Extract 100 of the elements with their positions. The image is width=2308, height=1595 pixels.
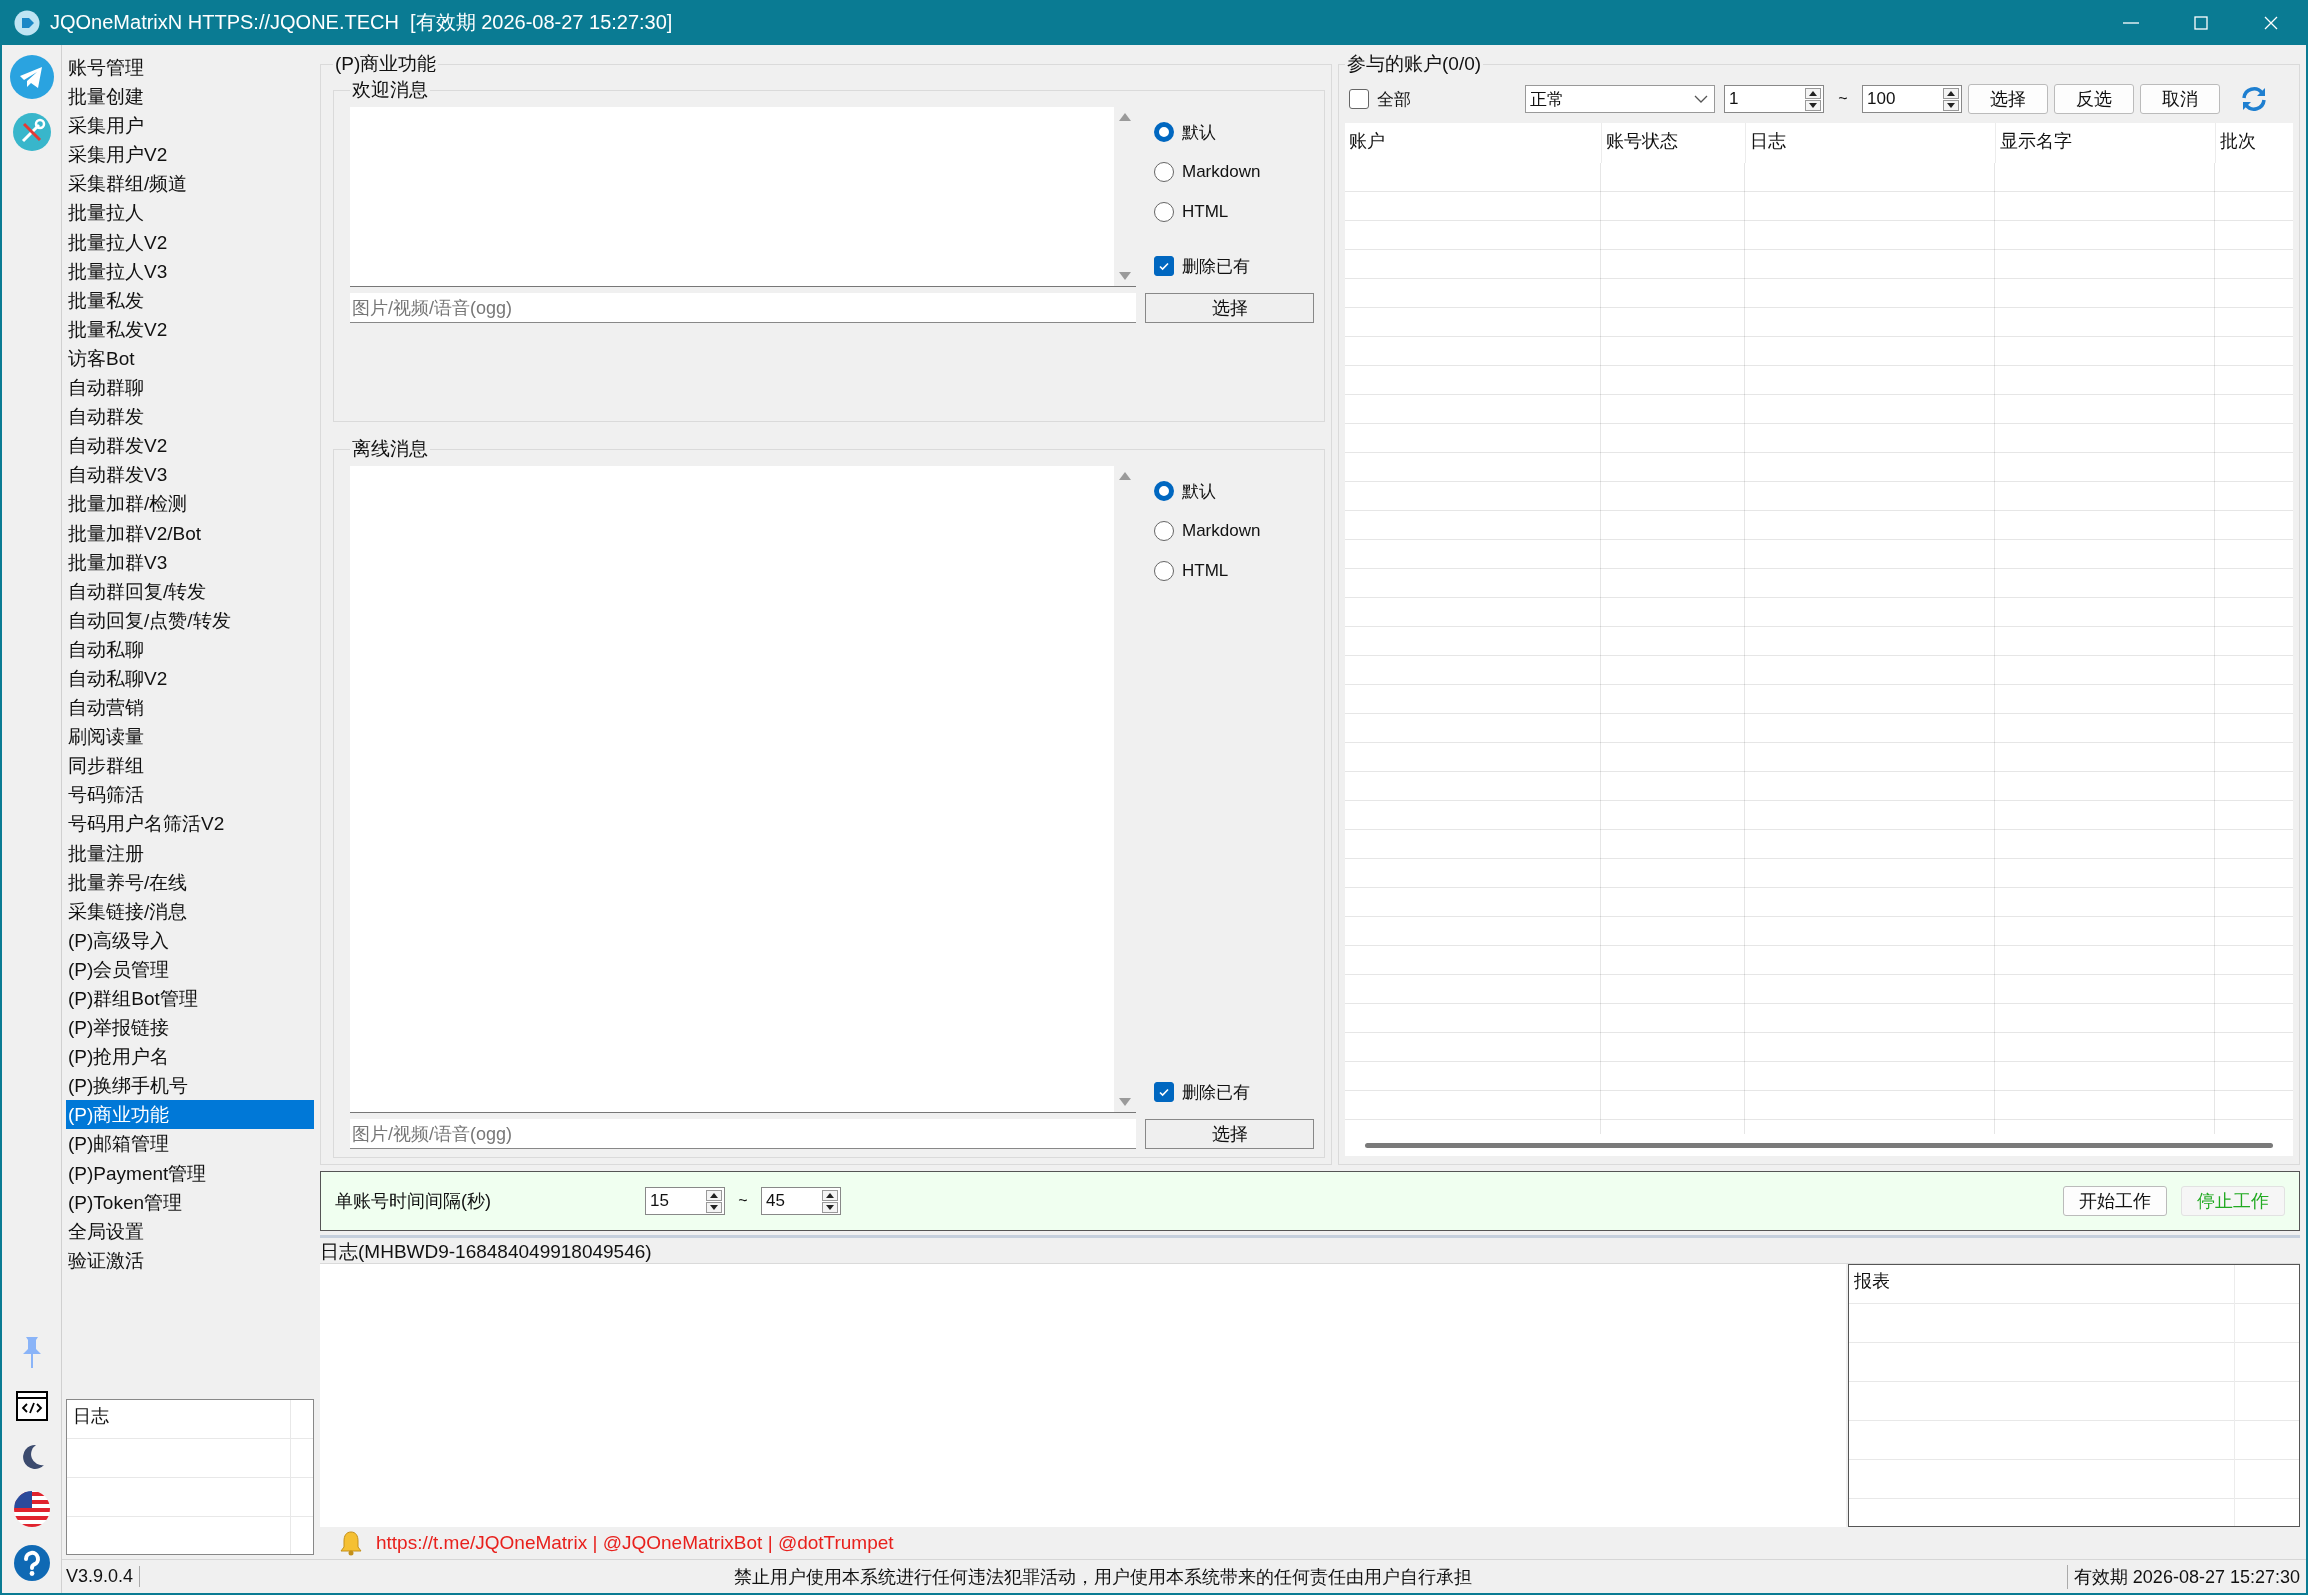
sidebar-item[interactable]: 自动群聊 <box>66 373 314 403</box>
checkbox[interactable] <box>1154 1082 1174 1102</box>
sidebar-item[interactable]: 批量私发 <box>66 285 314 315</box>
radio-button[interactable] <box>1154 521 1174 541</box>
scroll-up-icon[interactable] <box>1119 472 1131 480</box>
sidebar-item[interactable]: 批量拉人V3 <box>66 256 314 286</box>
checkbox-label[interactable]: 删除已有 <box>1182 1080 1250 1104</box>
scrollbar[interactable] <box>1365 1142 2273 1148</box>
paper-plane-icon[interactable] <box>9 55 54 99</box>
radio-label[interactable]: Markdown <box>1182 162 1261 182</box>
sidebar-item[interactable]: (P)高级导入 <box>66 925 314 955</box>
sidebar-item[interactable]: 号码筛活 <box>66 780 314 810</box>
sidebar-item[interactable]: (P)商业功能 <box>66 1100 314 1130</box>
radio-button[interactable] <box>1154 561 1174 581</box>
us-flag-icon[interactable] <box>13 1491 50 1527</box>
tools-icon[interactable] <box>12 113 51 151</box>
checkbox[interactable] <box>1154 256 1174 276</box>
sidebar-item[interactable]: 采集用户V2 <box>66 140 314 170</box>
column-header[interactable]: 账户 <box>1345 123 1601 163</box>
sidebar-item[interactable]: (P)会员管理 <box>66 954 314 984</box>
contact-links[interactable]: https://t.me/JQOneMatrix | @JQOneMatrixBot | @dotTrumpet <box>376 1532 894 1554</box>
radio-button[interactable] <box>1154 162 1174 182</box>
sidebar-item[interactable]: 自动私聊 <box>66 634 314 664</box>
sidebar-item[interactable]: 号码用户名筛活V2 <box>66 809 314 839</box>
sidebar-item[interactable]: 自动私聊V2 <box>66 663 314 694</box>
sidebar-item[interactable]: (P)换绑手机号 <box>66 1071 314 1101</box>
media-field[interactable]: 图片/视频/语音(ogg) <box>350 1119 1136 1149</box>
radio-label[interactable]: Markdown <box>1182 521 1261 541</box>
radio-button[interactable] <box>1154 481 1174 501</box>
column-header[interactable]: 批次 <box>2215 123 2293 163</box>
spin-down-icon[interactable] <box>822 1201 838 1213</box>
radio-button[interactable] <box>1154 122 1174 142</box>
radio-label[interactable]: HTML <box>1182 202 1229 222</box>
sidebar-item[interactable]: 验证激活 <box>66 1245 314 1275</box>
spin-box[interactable]: 100 <box>1862 85 1962 113</box>
sidebar-item[interactable]: 全局设置 <box>66 1216 314 1246</box>
scroll-down-icon[interactable] <box>1119 1098 1131 1106</box>
sidebar-item[interactable]: 批量加群V3 <box>66 547 314 577</box>
checkbox-label[interactable]: 删除已有 <box>1182 254 1250 278</box>
app-logo-icon <box>14 9 40 36</box>
spin-box[interactable]: 45 <box>761 1187 841 1215</box>
sidebar-item[interactable]: 批量加群/检测 <box>66 489 314 519</box>
code-window-icon[interactable] <box>15 1391 48 1421</box>
column-header: 日志 <box>72 1405 109 1428</box>
sidebar-item[interactable]: 账号管理 <box>66 53 314 83</box>
status-dropdown[interactable]: 正常 <box>1525 85 1715 113</box>
sidebar-item[interactable]: 批量养号/在线 <box>66 867 314 897</box>
sidebar-item[interactable]: 自动群发V2 <box>66 431 314 461</box>
sidebar-item[interactable]: 刷阅读量 <box>66 722 314 752</box>
scroll-down-icon[interactable] <box>1119 272 1131 280</box>
checkbox[interactable] <box>1349 89 1369 109</box>
radio-button[interactable] <box>1154 202 1174 222</box>
radio-label[interactable]: 默认 <box>1182 120 1216 144</box>
sidebar-item[interactable]: 批量创建 <box>66 82 314 112</box>
sidebar-item[interactable]: (P)邮箱管理 <box>66 1129 314 1159</box>
sidebar-item[interactable]: (P)Token管理 <box>66 1187 314 1217</box>
choose-button[interactable]: 选择 <box>1145 293 1314 323</box>
spin-up-icon[interactable] <box>822 1189 838 1201</box>
sidebar-item[interactable]: 批量加群V2/Bot <box>66 518 314 548</box>
sidebar-item[interactable]: 采集链接/消息 <box>66 896 314 926</box>
column-header[interactable]: 账号状态 <box>1601 123 1745 163</box>
sidebar-item[interactable]: 访客Bot <box>66 343 314 374</box>
sidebar-item[interactable]: 自动群回复/转发 <box>66 576 314 606</box>
column-header[interactable]: 日志 <box>1745 123 1995 163</box>
sidebar-item[interactable]: 自动群发 <box>66 402 314 432</box>
sidebar-item[interactable]: 采集群组/频道 <box>66 169 314 199</box>
checkbox-label[interactable]: 全部 <box>1377 87 1411 111</box>
spin-down-icon[interactable] <box>1805 99 1821 111</box>
media-field[interactable]: 图片/视频/语音(ogg) <box>350 293 1136 323</box>
sidebar-item[interactable]: 批量注册 <box>66 838 314 868</box>
choose-button[interactable]: 选择 <box>1145 1119 1314 1149</box>
spin-down-icon[interactable] <box>706 1201 722 1213</box>
sidebar-item[interactable]: 自动营销 <box>66 693 314 723</box>
sidebar-item[interactable]: 批量私发V2 <box>66 314 314 344</box>
sidebar-item[interactable]: 自动群发V3 <box>66 460 314 490</box>
spin-up-icon[interactable] <box>1943 87 1959 99</box>
toolbar-button[interactable]: 取消 <box>2140 84 2220 114</box>
radio-label[interactable]: 默认 <box>1182 479 1216 503</box>
toolbar-button[interactable]: 选择 <box>1968 84 2048 114</box>
spin-down-icon[interactable] <box>1943 99 1959 111</box>
sidebar-item[interactable]: (P)抢用户名 <box>66 1042 314 1072</box>
spin-box[interactable]: 15 <box>645 1187 725 1215</box>
sidebar-item[interactable]: 同步群组 <box>66 751 314 781</box>
refresh-icon[interactable] <box>2240 85 2268 113</box>
sidebar-item[interactable]: 自动回复/点赞/转发 <box>66 605 314 635</box>
scroll-up-icon[interactable] <box>1119 113 1131 121</box>
sidebar-item[interactable]: 采集用户 <box>66 111 314 141</box>
column-header[interactable]: 显示名字 <box>1995 123 2215 163</box>
sidebar-item[interactable]: 批量拉人V2 <box>66 227 314 257</box>
toolbar-button[interactable]: 反选 <box>2054 84 2134 114</box>
sidebar-item[interactable]: 批量拉人 <box>66 198 314 228</box>
sidebar-item[interactable]: (P)群组Bot管理 <box>66 984 314 1014</box>
help-icon[interactable] <box>13 1545 50 1581</box>
sidebar-item[interactable]: (P)Payment管理 <box>66 1158 314 1188</box>
start-button[interactable]: 开始工作 <box>2063 1186 2167 1216</box>
sidebar-item[interactable]: (P)举报链接 <box>66 1013 314 1043</box>
spin-box[interactable]: 1 <box>1724 85 1824 113</box>
spin-up-icon[interactable] <box>1805 87 1821 99</box>
spin-up-icon[interactable] <box>706 1189 722 1201</box>
radio-label[interactable]: HTML <box>1182 561 1229 581</box>
